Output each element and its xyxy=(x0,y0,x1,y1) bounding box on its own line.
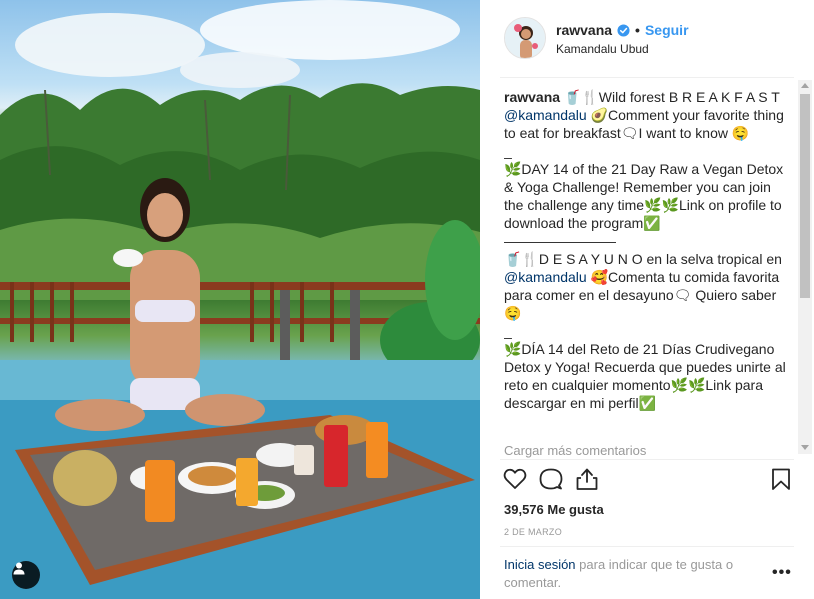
avatar[interactable] xyxy=(504,17,546,59)
separator-dot: • xyxy=(635,22,640,38)
post-photo[interactable] xyxy=(0,0,480,599)
photo-illustration xyxy=(0,0,480,599)
caption-text: rawvana 🥤🍴Wild forest B R E A K F A S T … xyxy=(504,88,790,412)
likes-count[interactable]: 39,576 Me gusta xyxy=(504,502,604,517)
caption-line: 🌿DÍA 14 del Reto de 21 Días Crudivegano … xyxy=(504,341,790,411)
caption-line: 🥤🍴Wild forest B R E A K F A S T xyxy=(560,89,780,105)
header-divider xyxy=(500,77,794,78)
post-header: rawvana • Seguir Kamandalu Ubud xyxy=(480,0,814,78)
follow-button[interactable]: Seguir xyxy=(645,22,689,38)
more-options-button[interactable]: ••• xyxy=(772,564,792,582)
share-icon[interactable] xyxy=(574,466,600,492)
load-more-comments[interactable]: Cargar más comentarios xyxy=(504,441,794,458)
verified-badge-icon xyxy=(617,23,630,37)
mention-kamandalu[interactable]: @kamandalu xyxy=(504,107,587,123)
caption-author[interactable]: rawvana xyxy=(504,89,560,105)
username-row: rawvana • Seguir xyxy=(556,22,689,38)
mention-kamandalu[interactable]: @kamandalu xyxy=(504,269,587,285)
scroll-up-arrow-icon[interactable] xyxy=(801,83,809,88)
caption-line: 🥤🍴D E S A Y U N O en la selva tropical e… xyxy=(504,251,786,267)
caption-line: 🌿DAY 14 of the 21 Day Raw a Vegan Detox … xyxy=(504,161,788,231)
user-tag-icon xyxy=(13,562,25,575)
username-link[interactable]: rawvana xyxy=(556,22,612,38)
action-bar xyxy=(502,466,798,494)
caption-scrollbar[interactable] xyxy=(798,80,812,454)
footer-divider xyxy=(500,546,794,547)
location-link[interactable]: Kamandalu Ubud xyxy=(556,42,649,56)
heart-icon[interactable] xyxy=(502,466,528,492)
post-date: 2 DE MARZO xyxy=(504,527,563,537)
actions-divider xyxy=(500,459,794,460)
scroll-down-arrow-icon[interactable] xyxy=(801,445,809,450)
caption-line: ———————— xyxy=(504,233,616,249)
user-tag-button[interactable] xyxy=(12,561,40,589)
bookmark-icon[interactable] xyxy=(768,466,794,492)
login-prompt: Inicia sesión para indicar que te gusta … xyxy=(504,556,760,592)
comment-icon[interactable] xyxy=(538,466,564,492)
scroll-thumb[interactable] xyxy=(800,94,810,298)
caption-scroll-area[interactable]: rawvana 🥤🍴Wild forest B R E A K F A S T … xyxy=(504,88,790,460)
caption-line: _ xyxy=(504,143,512,159)
login-link[interactable]: Inicia sesión xyxy=(504,557,576,572)
caption-line: _ xyxy=(504,323,512,339)
post-side-panel: rawvana • Seguir Kamandalu Ubud rawvana … xyxy=(480,0,814,599)
